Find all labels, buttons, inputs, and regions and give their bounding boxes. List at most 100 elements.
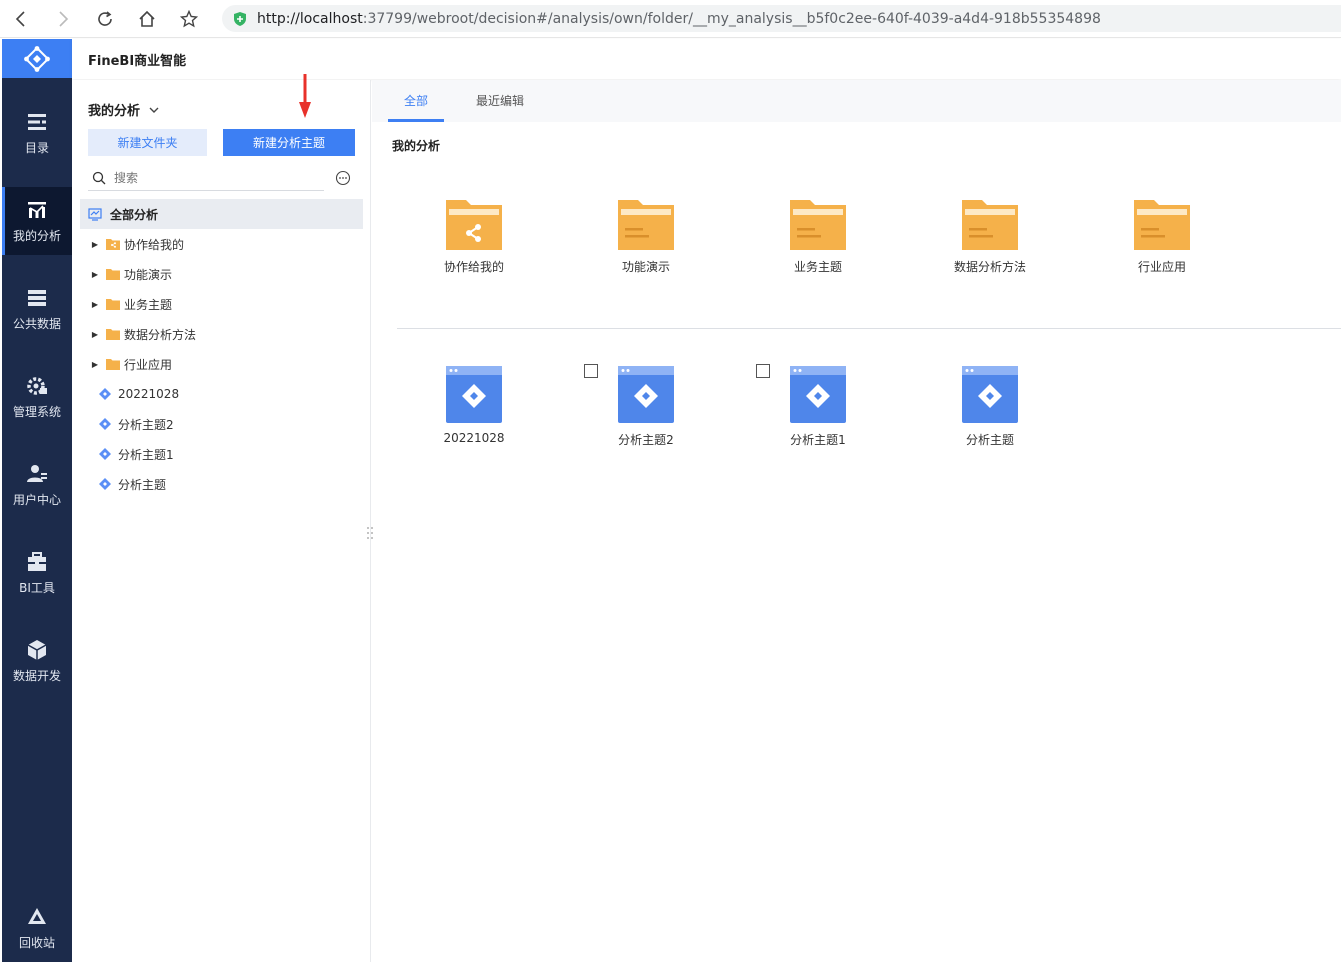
folder-icon [618, 200, 674, 250]
tree-item-subject[interactable]: 分析主题 [80, 469, 363, 499]
expand-caret-icon[interactable]: ▶ [80, 330, 102, 339]
folder-card-label: 业务主题 [793, 260, 842, 274]
nav-catalog-label: 目录 [24, 140, 49, 155]
folder-card[interactable]: 数据分析方法 [930, 200, 1050, 275]
nav-data-dev-label: 数据开发 [12, 668, 61, 683]
shared-folder-icon [106, 239, 120, 250]
expand-caret-icon[interactable]: ▶ [80, 270, 102, 279]
shared-folder-icon [446, 200, 502, 250]
subject-icon [99, 478, 111, 490]
nav-bi-tools[interactable]: BI工具 [2, 539, 72, 607]
toolbox-icon [28, 551, 46, 571]
analysis-root-icon [88, 208, 102, 221]
subject-card-label: 分析主题1 [790, 433, 846, 447]
url-path: :37799/webroot/decision#/analysis/own/fo… [362, 10, 1101, 27]
subject-card[interactable]: 20221028 [414, 366, 534, 445]
tree-item-subject[interactable]: 20221028 [80, 379, 363, 409]
nav-management[interactable]: 管理系统 [2, 363, 72, 431]
folder-icon [106, 299, 120, 310]
new-subject-button[interactable]: 新建分析主题 [223, 129, 355, 156]
catalog-icon [28, 113, 46, 130]
tab-recent[interactable]: 最近编辑 [476, 80, 524, 120]
back-button[interactable] [0, 0, 42, 38]
tree-item-label: 功能演示 [124, 267, 173, 282]
nav-recycle-bin[interactable]: 回收站 [2, 894, 72, 962]
search-field [88, 165, 324, 191]
tree-item-folder[interactable]: ▶ 功能演示 [80, 259, 363, 289]
bookmark-button[interactable] [168, 0, 210, 38]
tree-item-subject[interactable]: 分析主题1 [80, 439, 363, 469]
nav-public-data[interactable]: 公共数据 [2, 275, 72, 343]
cube-icon [27, 639, 47, 660]
folder-icon [106, 269, 120, 280]
tree-item-folder[interactable]: ▶ 行业应用 [80, 349, 363, 379]
tree-item-label: 协作给我的 [124, 237, 185, 252]
folder-card-shared[interactable]: 协作给我的 [414, 200, 534, 275]
tree-item-folder[interactable]: ▶ 业务主题 [80, 289, 363, 319]
subject-icon [99, 418, 111, 430]
search-row [88, 165, 356, 191]
nav-my-analysis[interactable]: 我的分析 [2, 187, 72, 255]
url-host: http://localhost [257, 10, 363, 27]
chevron-left-icon [15, 10, 25, 27]
folder-card[interactable]: 功能演示 [586, 200, 706, 275]
forward-button[interactable] [42, 0, 84, 38]
tree-item-folder[interactable]: ▶ 数据分析方法 [80, 319, 363, 349]
folder-icon [962, 200, 1018, 250]
subject-card[interactable]: 分析主题1 [758, 366, 878, 448]
home-button[interactable] [126, 0, 168, 38]
expand-caret-icon[interactable]: ▶ [80, 300, 102, 309]
expand-caret-icon[interactable]: ▶ [80, 240, 102, 249]
panel-title-dropdown[interactable]: 我的分析 [88, 100, 160, 119]
folder-icon [1134, 200, 1190, 250]
tree-root-all-analysis[interactable]: 全部分析 [80, 199, 363, 229]
analysis-subject-icon [790, 366, 846, 423]
nav-recycle-bin-label: 回收站 [18, 935, 55, 950]
tree-item-label: 数据分析方法 [124, 327, 197, 342]
new-folder-button[interactable]: 新建文件夹 [88, 129, 207, 156]
star-icon [180, 9, 198, 27]
tree-item-shared[interactable]: ▶ 协作给我的 [80, 229, 363, 259]
analysis-subject-icon [446, 366, 502, 423]
nav-user-center-label: 用户中心 [12, 492, 61, 507]
tree-item-label: 分析主题2 [118, 417, 174, 432]
folder-icon [106, 329, 120, 340]
app-header: FineBI商业智能 [72, 39, 1341, 79]
folder-card[interactable]: 业务主题 [758, 200, 878, 275]
expand-caret-icon[interactable]: ▶ [80, 360, 102, 369]
nav-user-center[interactable]: 用户中心 [2, 451, 72, 519]
tree-root-label: 全部分析 [110, 207, 159, 222]
folder-card[interactable]: 行业应用 [1102, 200, 1222, 275]
subject-card[interactable]: 分析主题 [930, 366, 1050, 448]
panel-resize-handle[interactable] [366, 525, 374, 541]
app-logo[interactable] [2, 39, 72, 78]
nav-public-data-label: 公共数据 [12, 316, 61, 331]
app-title: FineBI商业智能 [88, 53, 187, 69]
tree-item-label: 20221028 [118, 387, 180, 401]
tree-item-label: 业务主题 [124, 297, 173, 312]
tree-item-subject[interactable]: 分析主题2 [80, 409, 363, 439]
public-data-icon [28, 289, 46, 306]
recycle-icon [28, 907, 46, 924]
tree-item-label: 行业应用 [124, 357, 173, 372]
subject-icon [99, 388, 111, 400]
search-icon [92, 171, 106, 184]
subject-icon [99, 448, 111, 460]
reload-button[interactable] [84, 0, 126, 38]
address-bar[interactable]: http://localhost:37799/webroot/decision#… [222, 5, 1341, 32]
nav-data-dev[interactable]: 数据开发 [2, 627, 72, 695]
active-tab-indicator [388, 119, 444, 122]
analysis-subject-icon [618, 366, 674, 423]
folder-card-label: 行业应用 [1137, 260, 1186, 274]
gear-icon [27, 376, 47, 395]
subject-card[interactable]: 分析主题2 [586, 366, 706, 448]
folder-card-label: 功能演示 [621, 260, 670, 274]
analysis-tree-panel: 我的分析 新建文件夹 新建分析主题 全部分析 ▶ 协作给我的 ▶ 功能演示 ▶ … [72, 80, 371, 962]
analysis-subject-icon [962, 366, 1018, 423]
tab-all[interactable]: 全部 [404, 80, 428, 120]
folder-icon [106, 359, 120, 370]
search-input[interactable] [114, 170, 304, 185]
more-options-icon[interactable] [335, 170, 351, 186]
nav-catalog[interactable]: 目录 [2, 99, 72, 167]
tree-item-label: 分析主题 [118, 477, 167, 492]
